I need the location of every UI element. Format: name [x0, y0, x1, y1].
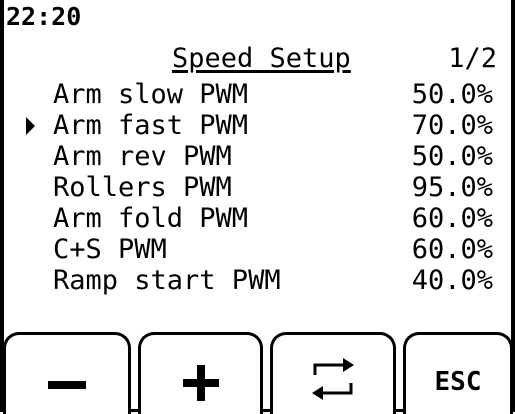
setting-row-arm-fold-pwm[interactable]: Arm fold PWM 60.0% — [0, 203, 515, 234]
setting-row-c-s-pwm[interactable]: C+S PWM 60.0% — [0, 234, 515, 265]
selection-cursor-icon — [26, 117, 35, 135]
setting-row-rollers-pwm[interactable]: Rollers PWM 95.0% — [0, 172, 515, 203]
cycle-button[interactable] — [270, 332, 396, 414]
clock: 22:20 — [6, 2, 82, 31]
setting-label: Arm slow PWM — [53, 79, 249, 110]
setting-label: Ramp start PWM — [53, 265, 281, 296]
setting-value: 70.0% — [411, 110, 493, 141]
setting-label: Arm fold PWM — [53, 203, 249, 234]
setting-row-arm-rev-pwm[interactable]: Arm rev PWM 50.0% — [0, 141, 515, 172]
setting-value: 50.0% — [411, 141, 493, 172]
esc-label: ESC — [434, 367, 482, 397]
page-indicator: 1/2 — [448, 43, 497, 74]
setting-value: 50.0% — [411, 79, 493, 110]
setting-label: Arm fast PWM — [53, 110, 249, 141]
setting-row-ramp-start-pwm[interactable]: Ramp start PWM 40.0% — [0, 265, 515, 296]
esc-button[interactable]: ESC — [403, 332, 513, 414]
page-title: Speed Setup — [172, 43, 351, 74]
softkey-bar: ESC — [0, 330, 515, 414]
setting-row-arm-fast-pwm[interactable]: Arm fast PWM 70.0% — [0, 110, 515, 141]
settings-list: Arm slow PWM 50.0% Arm fast PWM 70.0% Ar… — [0, 79, 515, 296]
minus-icon — [48, 381, 86, 389]
setting-value: 40.0% — [411, 265, 493, 296]
setting-row-arm-slow-pwm[interactable]: Arm slow PWM 50.0% — [0, 79, 515, 110]
cycle-arrows-icon — [312, 358, 354, 400]
header: Speed Setup 1/2 — [0, 43, 515, 77]
setting-label: Arm rev PWM — [53, 141, 232, 172]
setting-value: 60.0% — [411, 234, 493, 265]
increase-button[interactable] — [138, 332, 263, 414]
setting-label: Rollers PWM — [53, 172, 232, 203]
lcd-screen: 22:20 Speed Setup 1/2 Arm slow PWM 50.0%… — [0, 0, 515, 414]
setting-value: 95.0% — [411, 172, 493, 203]
setting-label: C+S PWM — [53, 234, 167, 265]
setting-value: 60.0% — [411, 203, 493, 234]
decrease-button[interactable] — [3, 332, 131, 414]
